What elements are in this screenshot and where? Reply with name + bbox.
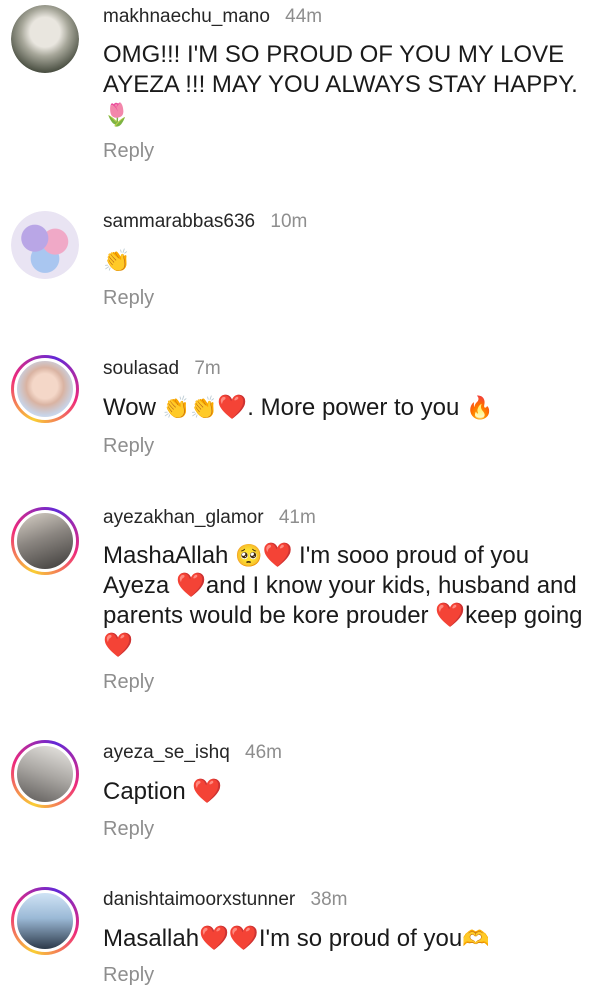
reply-button[interactable]: Reply bbox=[103, 140, 154, 163]
heart-emoji: ❤️ bbox=[435, 602, 466, 629]
clapping-emoji: 👏👏 bbox=[162, 395, 218, 420]
comment-timestamp: 41m bbox=[278, 507, 316, 528]
comment-timestamp: 10m bbox=[270, 211, 308, 232]
avatar[interactable] bbox=[11, 740, 79, 808]
comment-username[interactable]: danishtaimoorxstunner bbox=[103, 889, 295, 910]
avatar[interactable] bbox=[11, 355, 79, 423]
comment-text: OMG!!! I'M SO PROUD OF YOU MY LOVE AYEZA… bbox=[103, 40, 593, 130]
reply-button[interactable]: Reply bbox=[103, 671, 154, 694]
heart-emoji: ❤️ bbox=[262, 542, 293, 569]
heart-emoji: ❤️ bbox=[103, 632, 133, 659]
comment-text-content: keep going bbox=[465, 602, 583, 629]
reply-button[interactable]: Reply bbox=[103, 818, 154, 841]
comment-text: Caption ❤️ bbox=[103, 777, 593, 807]
comment-username[interactable]: ayeza_se_ishq bbox=[103, 742, 230, 763]
comment-username[interactable]: soulasad bbox=[103, 358, 179, 379]
comment-timestamp: 7m bbox=[194, 358, 221, 379]
tulip-emoji: 🌷 bbox=[103, 102, 131, 127]
comment-text-content: Masallah bbox=[103, 925, 200, 952]
comment-text: MashaAllah 🥺❤️ I'm sooo proud of you Aye… bbox=[103, 541, 593, 661]
comment-text-content: . More power to you bbox=[247, 394, 467, 421]
comment-text-content: I'm so proud of you bbox=[258, 925, 463, 952]
comment-timestamp: 44m bbox=[285, 6, 323, 27]
clapping-emoji: 👏 bbox=[103, 248, 131, 273]
comment-text-content: MashaAllah bbox=[103, 542, 236, 569]
pleading-face-emoji: 🥺 bbox=[235, 543, 263, 568]
comment-username[interactable]: makhnaechu_mano bbox=[103, 6, 270, 27]
comment-text-content: OMG!!! I'M SO PROUD OF YOU MY LOVE AYEZA… bbox=[103, 41, 578, 98]
comment-text-content: Caption bbox=[103, 778, 193, 805]
avatar[interactable] bbox=[11, 887, 79, 955]
comment-username[interactable]: ayezakhan_glamor bbox=[103, 507, 264, 528]
heart-emoji: ❤️ bbox=[217, 394, 248, 421]
comment-timestamp: 46m bbox=[245, 742, 283, 763]
comment-text-content: Wow bbox=[103, 394, 163, 421]
avatar[interactable] bbox=[11, 507, 79, 575]
reply-button[interactable]: Reply bbox=[103, 435, 154, 458]
reply-button[interactable]: Reply bbox=[103, 287, 154, 310]
comment-text: 👏 bbox=[103, 246, 593, 276]
heart-emoji: ❤️ bbox=[192, 778, 223, 805]
avatar[interactable] bbox=[11, 211, 79, 279]
heart-emoji: ❤️ bbox=[175, 572, 206, 599]
reply-button[interactable]: Reply bbox=[103, 964, 154, 987]
comment-text: Wow 👏👏❤️. More power to you 🔥 bbox=[103, 393, 593, 423]
avatar[interactable] bbox=[11, 5, 79, 73]
heart-hands-emoji: 🫶 bbox=[462, 926, 490, 951]
comment-timestamp: 38m bbox=[310, 889, 348, 910]
fire-emoji: 🔥 bbox=[466, 395, 494, 420]
heart-emoji: ❤️❤️ bbox=[199, 925, 259, 952]
comment-username[interactable]: sammarabbas636 bbox=[103, 211, 255, 232]
comment-text: Masallah❤️❤️I'm so proud of you🫶 bbox=[103, 924, 593, 954]
